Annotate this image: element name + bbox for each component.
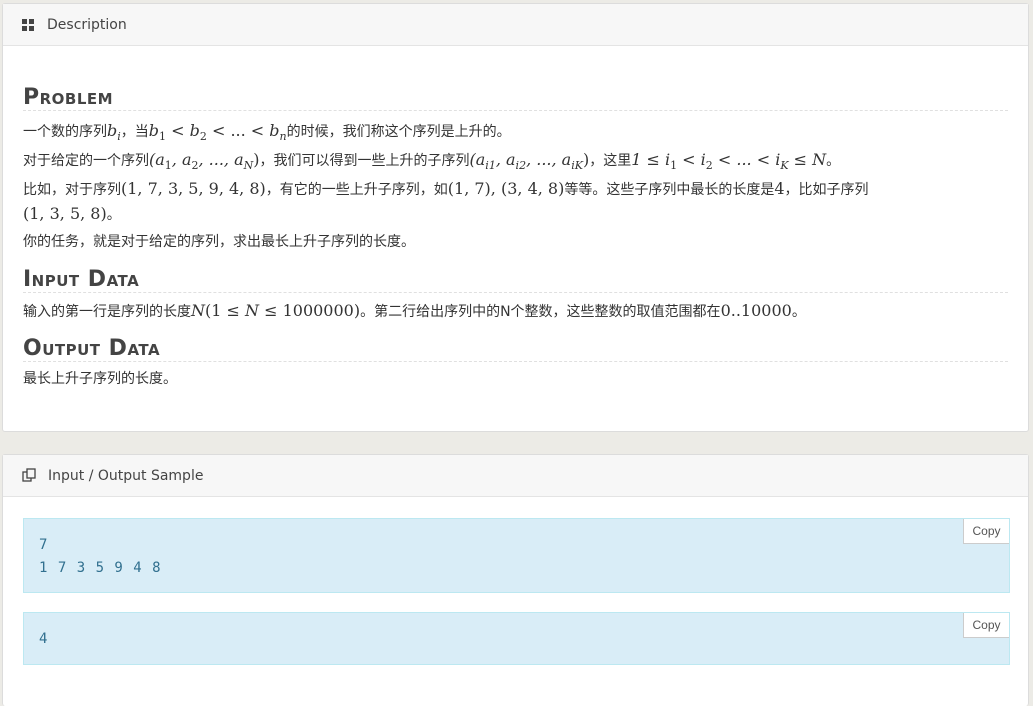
- input-text: 输入的第一行是序列的长度N(1 ≤ N ≤ 1000000)。第二行给出序列中的…: [23, 300, 806, 320]
- copy-input-button[interactable]: Copy: [963, 519, 1009, 544]
- problem-task: 你的任务，就是对于给定的序列，求出最长上升子序列的长度。: [23, 233, 415, 250]
- description-body: Problem 一个数的序列bi，当b1 < b2 < ... < bn的时候，…: [3, 46, 1028, 391]
- problem-line-1: 一个数的序列bi，当b1 < b2 < ... < bn的时候，我们称这个序列是…: [23, 121, 511, 143]
- input-sample-text: 7 1 7 3 5 9 4 8: [39, 537, 162, 576]
- output-sample-text: 4: [39, 631, 49, 647]
- description-heading: Description: [3, 4, 1028, 46]
- output-title: Output Data: [23, 336, 1008, 362]
- sample-panel: Input / Output Sample 7 1 7 3 5 9 4 8 Co…: [2, 454, 1029, 706]
- grid-icon: [22, 18, 36, 32]
- problem-title: Problem: [23, 86, 1008, 111]
- copy-icon: [22, 468, 37, 483]
- sample-heading: Input / Output Sample: [3, 455, 1028, 497]
- sample-heading-label: Input / Output Sample: [48, 467, 204, 484]
- output-text: 最长上升子序列的长度。: [23, 370, 177, 387]
- problem-line-4: (1, 3, 5, 8)。: [23, 203, 121, 223]
- problem-line-2: 对于给定的一个序列(a1, a2, ..., aN)，我们可以得到一些上升的子序…: [23, 149, 841, 172]
- description-panel: Description Problem 一个数的序列bi，当b1 < b2 < …: [2, 3, 1029, 432]
- description-heading-label: Description: [47, 16, 127, 33]
- problem-line-3: 比如，对于序列(1, 7, 3, 5, 9, 4, 8)，有它的一些上升子序列，…: [23, 178, 869, 198]
- input-title: Input Data: [23, 267, 1008, 293]
- output-sample-box: 4 Copy: [23, 612, 1010, 665]
- copy-output-button[interactable]: Copy: [963, 613, 1009, 638]
- input-sample-box: 7 1 7 3 5 9 4 8 Copy: [23, 518, 1010, 593]
